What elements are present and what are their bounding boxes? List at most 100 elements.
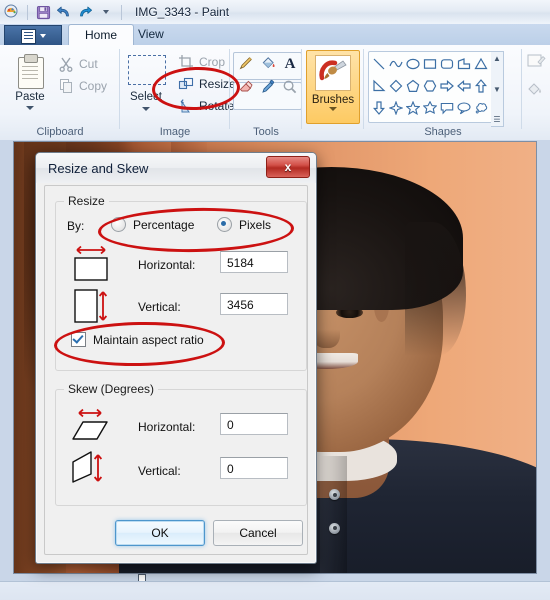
skew-vertical-label: Vertical: (138, 464, 181, 478)
paint-window: IMG_3343 - Paint Home View Paste Cut Cop… (0, 0, 550, 600)
clipboard-group-label: Clipboard (36, 126, 84, 138)
tool-fill[interactable] (256, 51, 280, 77)
shape-pentagon[interactable] (404, 75, 421, 97)
shape-cloud-callout[interactable] (472, 97, 489, 119)
shape-style-buttons (527, 53, 547, 101)
shape-line[interactable] (370, 53, 387, 75)
shape-five-point-star[interactable] (404, 97, 421, 119)
shapes-gallery-scrollbar[interactable]: ▲ ▼ ☰ (491, 51, 504, 127)
shape-left-arrow[interactable] (455, 75, 472, 97)
crop-button[interactable]: Crop (178, 53, 225, 71)
checkbox-icon[interactable] (71, 332, 86, 347)
skew-horizontal-input[interactable]: 0 (220, 413, 288, 435)
ribbon-group-image: Select Crop Resize Rotate Image (120, 45, 248, 140)
shape-six-point-star[interactable] (421, 97, 438, 119)
shape-oval-callout[interactable] (455, 97, 472, 119)
crop-icon (178, 54, 194, 70)
tool-eraser[interactable] (234, 75, 258, 101)
resize-horizontal-label: Horizontal: (138, 258, 196, 272)
outline-icon[interactable] (527, 53, 547, 74)
paste-button[interactable]: Paste (6, 50, 54, 122)
cut-button[interactable]: Cut (58, 55, 98, 73)
select-rectangle-icon[interactable] (128, 55, 166, 85)
crop-label: Crop (199, 55, 226, 69)
shapes-scroll-down-icon[interactable]: ▼ (493, 85, 501, 93)
shape-rectangle[interactable] (421, 53, 438, 75)
ribbon-group-shapes: ▲ ▼ ☰ Shapes (364, 45, 522, 140)
close-icon[interactable]: x (266, 156, 310, 178)
copy-icon (58, 78, 74, 94)
customize-qat-icon[interactable] (97, 3, 115, 21)
save-icon[interactable] (34, 3, 52, 21)
file-menu-button[interactable] (4, 25, 62, 46)
color-picker-icon (260, 79, 276, 98)
brushes-label: Brushes (311, 94, 355, 106)
chevron-down-icon (39, 34, 46, 38)
pixels-radio-icon[interactable] (217, 217, 232, 232)
tab-view[interactable]: View (122, 24, 180, 45)
shape-right-arrow[interactable] (438, 75, 455, 97)
pencil-icon (238, 55, 254, 74)
ribbon-group-brushes: Brushes (302, 45, 364, 140)
resize-icon (178, 76, 194, 92)
maintain-aspect-ratio-label: Maintain aspect ratio (93, 332, 204, 347)
shapes-more-icon[interactable]: ☰ (493, 116, 500, 124)
resize-vertical-input[interactable]: 3456 (220, 293, 288, 315)
fill-bucket-icon (260, 55, 276, 74)
qat-separator-2 (121, 4, 122, 20)
shape-up-arrow[interactable] (472, 75, 489, 97)
window-title: IMG_3343 - Paint (135, 5, 230, 19)
copy-button[interactable]: Copy (58, 77, 107, 95)
ok-button[interactable]: OK (115, 520, 205, 546)
shape-four-point-star[interactable] (387, 97, 404, 119)
paste-icon (16, 54, 44, 89)
horizontal-resize-glyph-icon (67, 242, 115, 287)
paste-chevron-down-icon (26, 106, 34, 110)
shape-down-arrow[interactable] (370, 97, 387, 119)
shapes-scroll-up-icon[interactable]: ▲ (493, 55, 501, 63)
ribbon-group-tools: A Tools (230, 45, 302, 140)
ribbon-group-clipboard: Paste Cut Copy Clipboard (0, 45, 120, 140)
select-label[interactable]: Select (124, 91, 168, 103)
dialog-title-bar[interactable]: Resize and Skew x (36, 153, 316, 183)
skew-vertical-input[interactable]: 0 (220, 457, 288, 479)
shape-rounded-callout[interactable] (438, 97, 455, 119)
shape-right-triangle[interactable] (370, 75, 387, 97)
shapes-group-label: Shapes (424, 126, 462, 138)
file-menu-icon (20, 28, 36, 44)
paste-label: Paste (15, 91, 45, 103)
shape-rounded-rectangle[interactable] (438, 53, 455, 75)
select-chevron-down-icon[interactable] (142, 107, 150, 111)
eraser-icon (238, 79, 254, 98)
tool-magnifier[interactable] (278, 75, 302, 101)
vertical-resize-glyph-icon (67, 286, 115, 331)
fill-icon[interactable] (527, 80, 547, 101)
resize-and-skew-dialog: Resize and Skew x Resize By: Percentage … (35, 152, 317, 564)
radio-pixels[interactable]: Pixels (217, 217, 271, 232)
skew-horizontal-label: Horizontal: (138, 420, 196, 434)
brushes-button[interactable]: Brushes (306, 50, 360, 124)
percentage-radio-icon[interactable] (111, 217, 126, 232)
rotate-icon (178, 98, 194, 114)
resize-horizontal-input[interactable]: 5184 (220, 251, 288, 273)
shape-diamond[interactable] (387, 75, 404, 97)
redo-icon[interactable] (76, 3, 94, 21)
shape-curve[interactable] (387, 53, 404, 75)
tool-color-picker[interactable] (256, 75, 280, 101)
shape-oval[interactable] (404, 53, 421, 75)
tool-text[interactable]: A (278, 51, 302, 77)
undo-icon[interactable] (55, 3, 73, 21)
paint-app-icon[interactable] (3, 3, 21, 21)
shape-triangle[interactable] (472, 53, 489, 75)
resize-button[interactable]: Resize (178, 75, 236, 93)
shape-hexagon[interactable] (421, 75, 438, 97)
shape-polygon[interactable] (455, 53, 472, 75)
maintain-aspect-ratio-checkbox[interactable]: Maintain aspect ratio (71, 332, 204, 347)
dialog-title: Resize and Skew (48, 160, 149, 176)
cancel-button[interactable]: Cancel (213, 520, 303, 546)
ribbon-tab-strip: Home View (0, 24, 550, 47)
status-bar (0, 581, 550, 600)
tool-pencil[interactable] (234, 51, 258, 77)
radio-percentage[interactable]: Percentage (111, 217, 194, 232)
shapes-gallery[interactable] (368, 51, 494, 123)
